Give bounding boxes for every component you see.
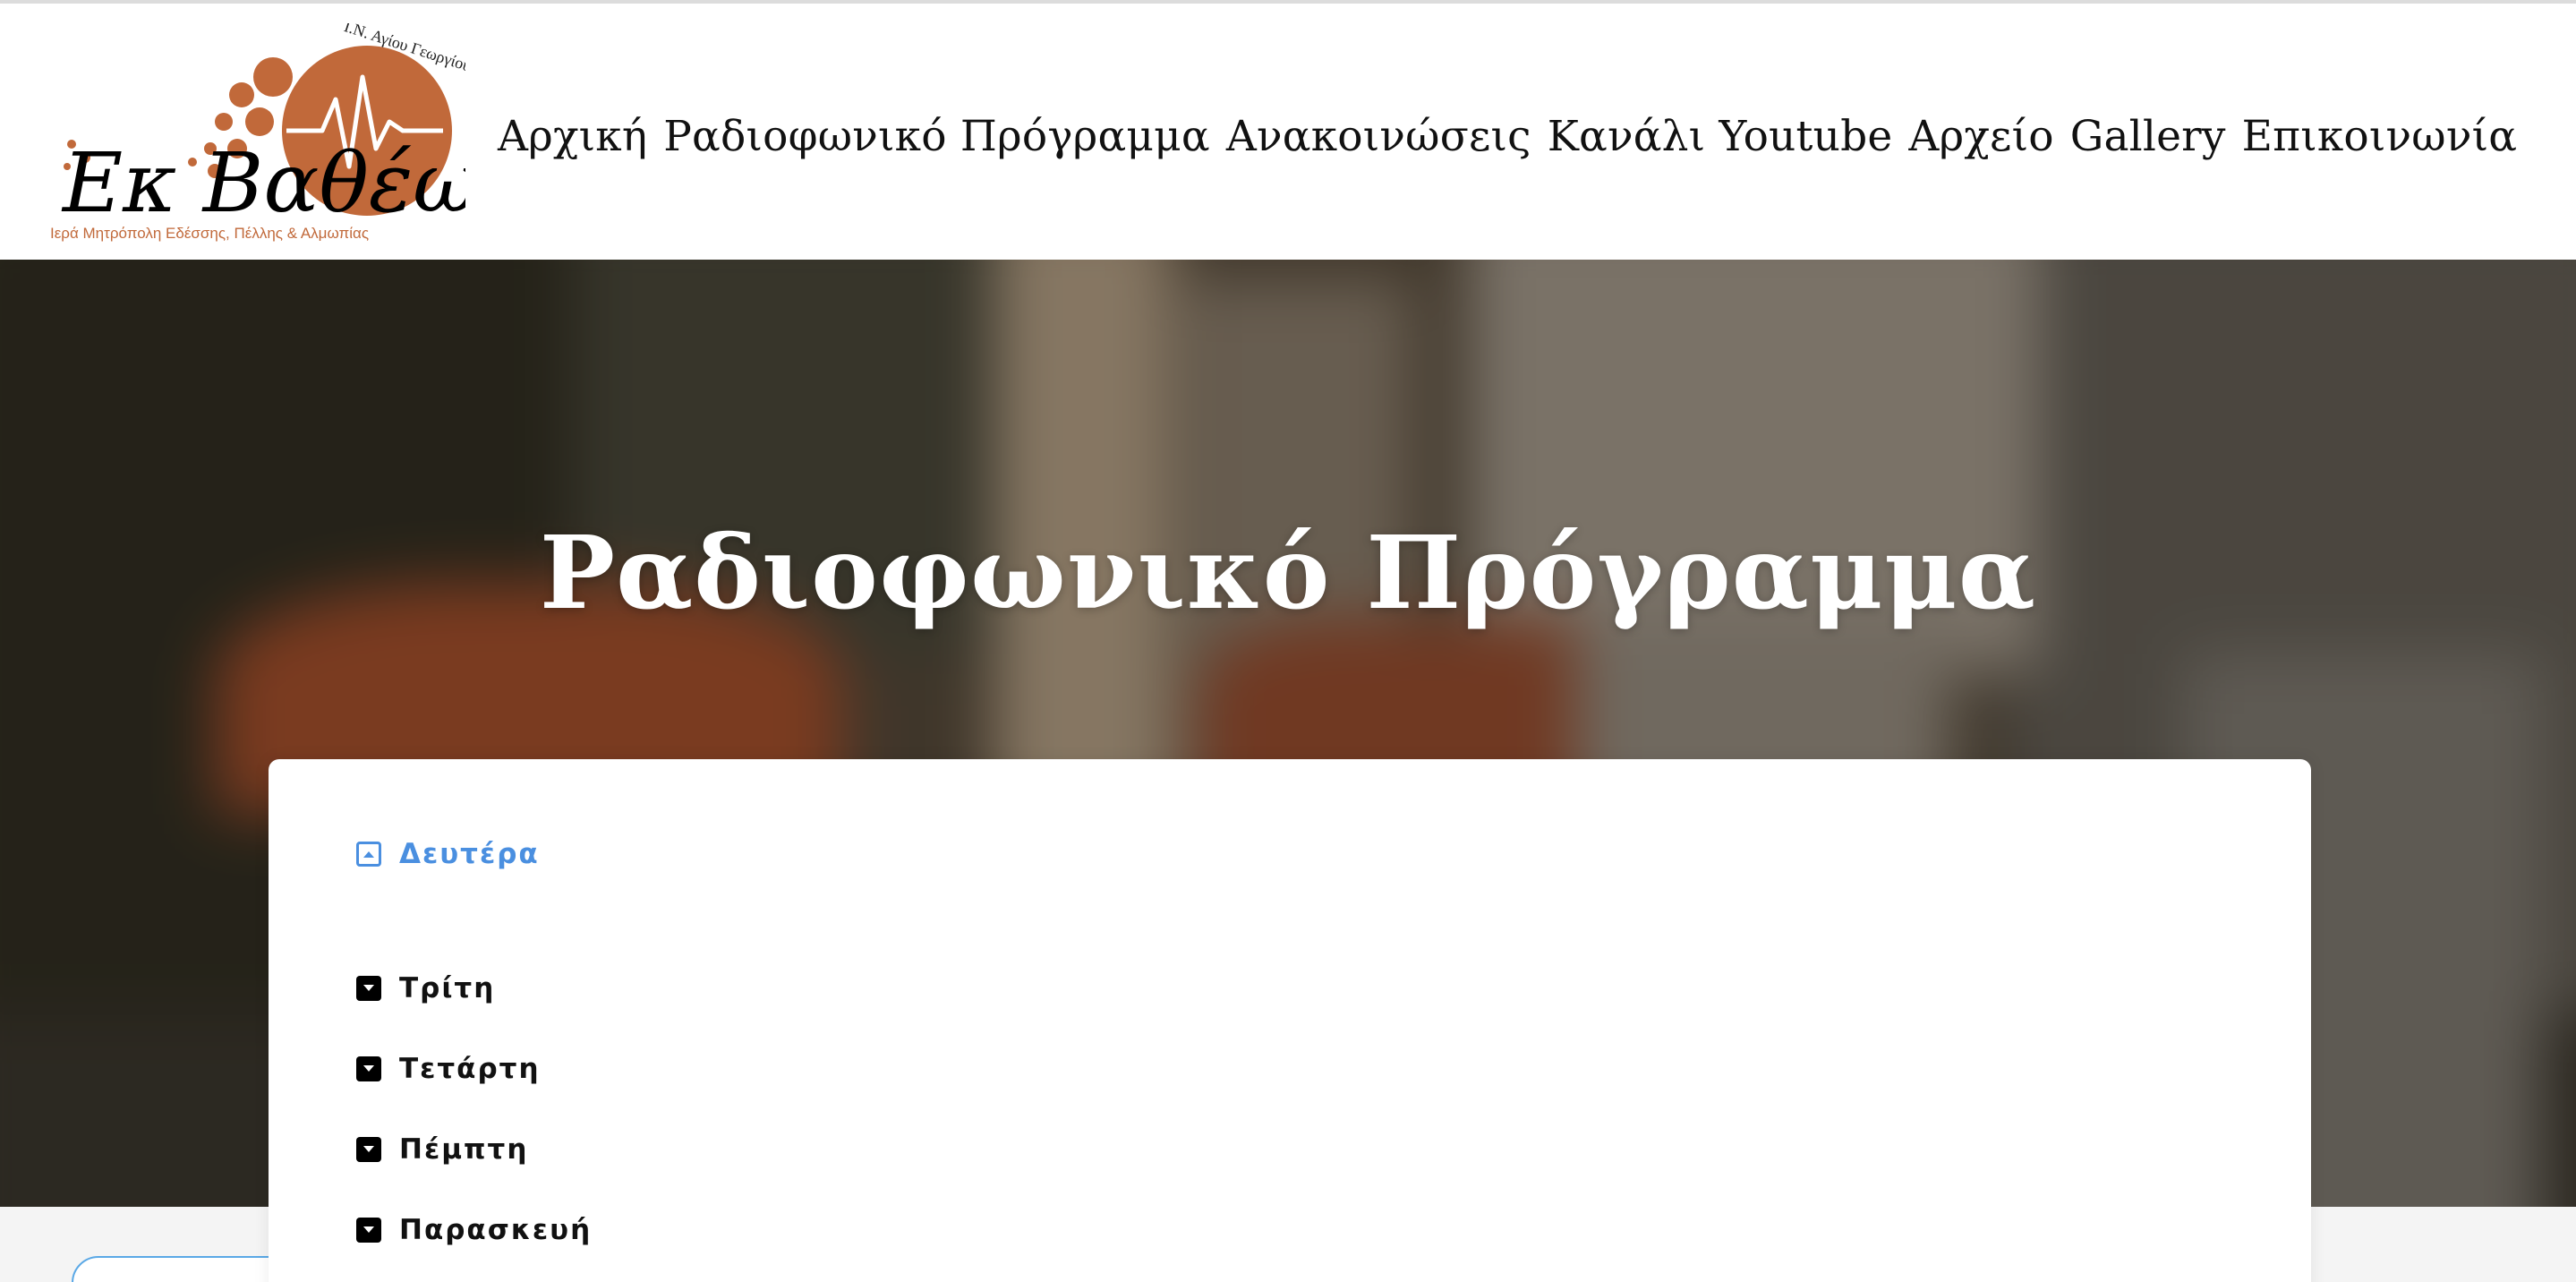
svg-text:Εκ Βαθέων: Εκ Βαθέων bbox=[61, 135, 465, 231]
main-nav: Αρχική Ραδιοφωνικό Πρόγραμμα Ανακοινώσει… bbox=[498, 100, 2517, 172]
nav-item-announcements[interactable]: Ανακοινώσεις bbox=[1226, 112, 1531, 161]
accordion-item-friday[interactable]: Παρασκευή bbox=[356, 1214, 592, 1246]
accordion-item-wednesday[interactable]: Τετάρτη bbox=[356, 1053, 541, 1085]
accordion-item-label: Δευτέρα bbox=[399, 838, 540, 870]
nav-item-gallery[interactable]: Gallery bbox=[2070, 112, 2226, 161]
page: Ι.Ν. Αγίου Γεωργίου Εκ Βαθέων Ιερά Μητρό… bbox=[0, 0, 2576, 1282]
accordion-item-label: Τρίτη bbox=[399, 972, 496, 1004]
site-header: Ι.Ν. Αγίου Γεωργίου Εκ Βαθέων Ιερά Μητρό… bbox=[0, 0, 2576, 260]
caret-square-down-icon bbox=[356, 1056, 381, 1081]
nav-item-contact[interactable]: Επικοινωνία bbox=[2242, 112, 2518, 161]
schedule-accordion: Δευτέρα Τρίτη Τετάρτη Πέμπτη Παρασκευή bbox=[269, 759, 2311, 1282]
caret-square-up-icon bbox=[356, 842, 381, 867]
accordion-item-thursday[interactable]: Πέμπτη bbox=[356, 1133, 528, 1166]
site-logo[interactable]: Ι.Ν. Αγίου Γεωργίου Εκ Βαθέων Ιερά Μητρό… bbox=[45, 23, 465, 247]
accordion-item-label: Παρασκευή bbox=[399, 1214, 593, 1246]
caret-square-down-icon bbox=[356, 976, 381, 1001]
accordion-item-label: Πέμπτη bbox=[399, 1133, 529, 1166]
caret-square-down-icon bbox=[356, 1218, 381, 1243]
caret-square-down-icon bbox=[356, 1137, 381, 1162]
nav-item-home[interactable]: Αρχική bbox=[498, 112, 647, 161]
accordion-item-monday[interactable]: Δευτέρα bbox=[356, 838, 540, 870]
accordion-item-tuesday[interactable]: Τρίτη bbox=[356, 972, 495, 1004]
nav-item-radio-program[interactable]: Ραδιοφωνικό Πρόγραμμα bbox=[663, 112, 1210, 161]
accordion-item-label: Τετάρτη bbox=[399, 1053, 541, 1085]
nav-item-youtube-channel[interactable]: Κανάλι Youtube bbox=[1548, 112, 1893, 161]
logo-graphic: Ι.Ν. Αγίου Γεωργίου Εκ Βαθέων Ιερά Μητρό… bbox=[50, 23, 465, 242]
page-title: Ραδιοφωνικό Πρόγραμμα bbox=[539, 515, 2037, 633]
nav-item-archive[interactable]: Αρχείο bbox=[1908, 112, 2053, 161]
svg-text:Ιερά Μητρόπολη Εδέσσης, Πέλλης: Ιερά Μητρόπολη Εδέσσης, Πέλλης & Αλμωπία… bbox=[50, 225, 369, 242]
